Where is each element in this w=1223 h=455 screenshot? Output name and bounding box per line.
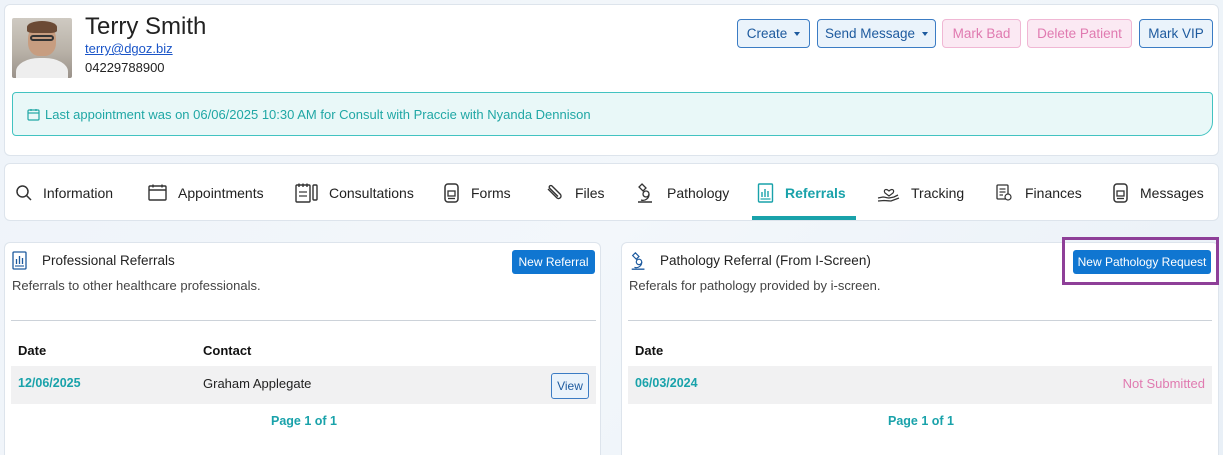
last-appointment-banner: Last appointment was on 06/06/2025 10:30… [12, 92, 1213, 136]
tab-pathology[interactable]: Pathology [635, 164, 729, 222]
tab-pathology-label: Pathology [667, 185, 730, 201]
tab-tracking-label: Tracking [911, 185, 965, 201]
view-referral-button[interactable]: View [551, 373, 589, 399]
calendar-icon [148, 184, 167, 201]
status-badge: Not Submitted [1122, 376, 1205, 391]
create-dropdown-button[interactable]: Create [737, 19, 810, 48]
caret-down-icon [794, 31, 801, 36]
mark-vip-button[interactable]: Mark VIP [1139, 19, 1213, 48]
tab-files-label: Files [575, 185, 605, 201]
panel-description: Referrals to other healthcare profession… [12, 278, 261, 293]
active-tab-indicator [752, 216, 856, 220]
referral-date-link[interactable]: 12/06/2025 [18, 376, 81, 390]
tab-information[interactable]: Information [15, 164, 113, 222]
chart-document-icon [12, 251, 27, 270]
tab-forms[interactable]: Forms [443, 164, 511, 222]
mark-bad-button[interactable]: Mark Bad [942, 19, 1021, 48]
referral-contact: Graham Applegate [203, 376, 312, 391]
search-icon [16, 185, 32, 201]
last-appointment-text: Last appointment was on 06/06/2025 10:30… [45, 106, 591, 122]
patient-email-link[interactable]: terry@dgoz.biz [85, 41, 173, 56]
receipt-icon [996, 184, 1012, 201]
new-referral-button[interactable]: New Referral [512, 250, 595, 274]
message-icon [1113, 183, 1128, 203]
tab-forms-label: Forms [471, 185, 511, 201]
form-icon [444, 183, 459, 203]
patient-avatar [12, 18, 72, 78]
tab-messages[interactable]: Messages [1112, 164, 1204, 222]
tab-consultations[interactable]: Consultations [295, 164, 414, 222]
tab-finances-label: Finances [1025, 185, 1082, 201]
chart-document-icon [757, 183, 774, 203]
divider [11, 320, 596, 321]
patient-tabs-bar: Information Appointments Consultations F… [4, 163, 1219, 221]
column-header-contact: Contact [203, 343, 252, 358]
tab-finances[interactable]: Finances [995, 164, 1082, 222]
caret-down-icon [922, 31, 929, 36]
tab-information-label: Information [43, 185, 114, 201]
tab-appointments[interactable]: Appointments [148, 164, 264, 222]
panel-description: Referals for pathology provided by i-scr… [629, 278, 881, 293]
send-message-dropdown-button[interactable]: Send Message [817, 19, 936, 48]
paperclip-icon [547, 184, 562, 200]
tab-consultations-label: Consultations [329, 185, 414, 201]
tab-messages-label: Messages [1140, 185, 1204, 201]
column-header-date: Date [635, 343, 664, 358]
pagination-label: Page 1 of 1 [271, 414, 337, 428]
tab-appointments-label: Appointments [178, 185, 264, 201]
patient-phone: 04229788900 [85, 60, 165, 75]
tab-tracking[interactable]: Tracking [877, 164, 964, 222]
pathology-date-link[interactable]: 06/03/2024 [635, 376, 698, 390]
pagination-label: Page 1 of 1 [888, 414, 954, 428]
patient-name: Terry Smith [85, 13, 207, 40]
send-message-button-label: Send Message [824, 26, 916, 41]
microscope-icon [631, 251, 645, 270]
tab-referrals[interactable]: Referrals [757, 164, 846, 222]
tab-referrals-label: Referrals [785, 185, 846, 201]
pathology-referrals-panel: Pathology Referral (From I-Screen) Refer… [621, 242, 1219, 455]
new-pathology-request-button[interactable]: New Pathology Request [1073, 250, 1211, 274]
patient-header-card: Terry Smith terry@dgoz.biz 04229788900 C… [4, 4, 1219, 156]
panel-title: Pathology Referral (From I-Screen) [660, 253, 871, 268]
notebook-icon [295, 183, 318, 203]
panel-title: Professional Referrals [42, 253, 175, 268]
hand-heart-icon [877, 188, 900, 202]
column-header-date: Date [18, 343, 47, 358]
calendar-icon [27, 108, 40, 121]
divider [628, 320, 1212, 321]
professional-referrals-panel: Professional Referrals Referrals to othe… [4, 242, 601, 455]
create-button-label: Create [746, 26, 788, 41]
delete-patient-button[interactable]: Delete Patient [1027, 19, 1132, 48]
tab-files[interactable]: Files [545, 164, 605, 222]
microscope-icon [638, 183, 652, 203]
